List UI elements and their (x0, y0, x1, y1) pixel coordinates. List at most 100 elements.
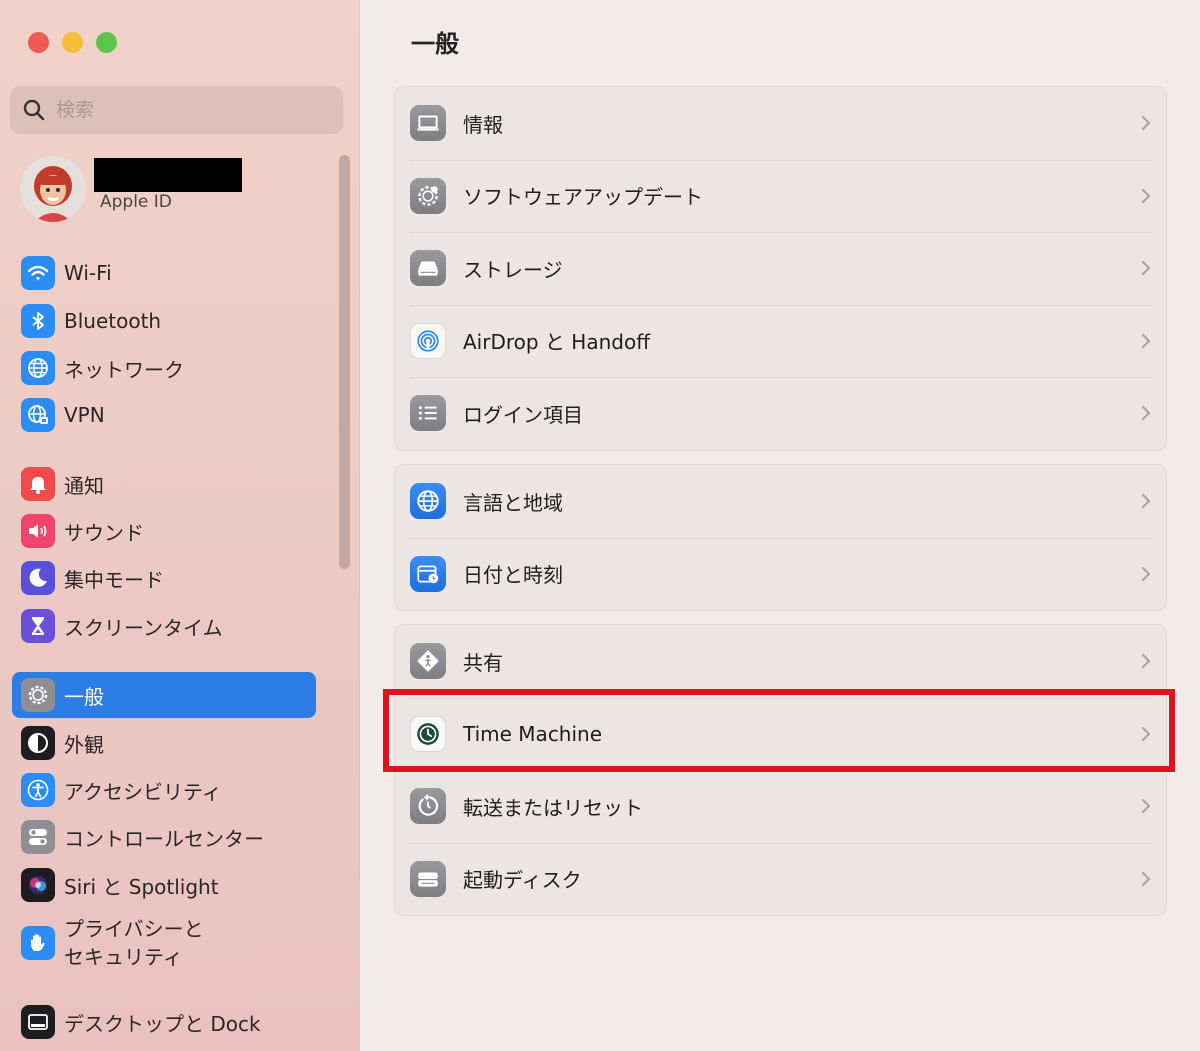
chevron-right-icon (1142, 333, 1151, 348)
sidebar-item-label: 通知 (64, 473, 104, 498)
row-label: 起動ディスク (463, 868, 582, 893)
sidebar-item-label: 集中モード (64, 567, 164, 592)
sidebar-item-screen-time[interactable]: スクリーンタイム (12, 603, 316, 649)
appearance-icon (21, 726, 55, 760)
row-label: 転送またはリセット (463, 795, 643, 820)
sidebar: Apple ID Wi-Fi Bluetooth ネットワーク VPN 通知 (0, 0, 360, 1051)
sidebar-item-label: デスクトップと Dock (64, 1011, 261, 1036)
chevron-right-icon (1142, 188, 1151, 203)
sidebar-item-label: ネットワーク (64, 357, 184, 382)
redacted-name (94, 158, 242, 192)
bell-icon (21, 467, 55, 501)
page-title: 一般 (411, 30, 459, 58)
toggles-icon (21, 820, 55, 854)
list-icon (410, 395, 446, 432)
hourglass-icon (21, 609, 55, 643)
bluetooth-icon (21, 304, 55, 338)
chevron-right-icon (1142, 494, 1151, 509)
row-login-items[interactable]: ログイン項目 (395, 377, 1166, 450)
sidebar-scrollbar[interactable] (339, 155, 350, 569)
avatar (20, 156, 86, 222)
settings-group-locale: 言語と地域 日付と時刻 (394, 464, 1167, 611)
vpn-globe-icon (21, 398, 55, 432)
row-label: 言語と地域 (463, 490, 563, 515)
row-date-time[interactable]: 日付と時刻 (395, 537, 1166, 611)
sidebar-item-label: 一般 (64, 684, 104, 709)
sidebar-item-appearance[interactable]: 外観 (12, 720, 316, 766)
row-software-update[interactable]: ソフトウェアアップデート (395, 159, 1166, 233)
row-airdrop-handoff[interactable]: AirDrop と Handoff (395, 304, 1166, 378)
sidebar-item-bluetooth[interactable]: Bluetooth (12, 298, 316, 344)
sidebar-item-vpn[interactable]: VPN (12, 392, 316, 438)
chevron-right-icon (1142, 566, 1151, 581)
settings-group-system: 共有 Time Machine 転送またはリセット 起動ディスク (394, 624, 1167, 916)
sidebar-item-notifications[interactable]: 通知 (12, 461, 316, 507)
row-sharing[interactable]: 共有 (395, 625, 1166, 698)
hand-icon (21, 926, 55, 960)
sidebar-item-network[interactable]: ネットワーク (12, 345, 316, 391)
chevron-right-icon (1142, 726, 1151, 741)
row-label: 日付と時刻 (463, 563, 563, 588)
sidebar-item-label: 外観 (64, 732, 104, 757)
row-label: ストレージ (463, 257, 563, 282)
sidebar-item-label: スクリーンタイム (64, 615, 223, 640)
row-label: 情報 (463, 112, 503, 137)
window-controls (28, 32, 117, 53)
gear-badge-icon (410, 177, 446, 214)
gear-icon (21, 678, 55, 712)
wifi-icon (21, 256, 55, 290)
sidebar-item-control-center[interactable]: コントロールセンター (12, 814, 316, 860)
airdrop-icon (410, 322, 446, 359)
speaker-icon (21, 514, 55, 548)
siri-icon (21, 868, 55, 902)
globe-icon (410, 483, 446, 520)
apple-id-account[interactable]: Apple ID (20, 156, 340, 226)
main-pane: 一般 情報 ソフトウェアアップデート ストレージ AirDrop と Hando… (361, 0, 1200, 1051)
row-time-machine[interactable]: Time Machine (395, 697, 1166, 771)
row-label: ソフトウェアアップデート (463, 185, 703, 210)
row-storage[interactable]: ストレージ (395, 232, 1166, 305)
laptop-icon (410, 105, 446, 142)
sidebar-item-focus[interactable]: 集中モード (12, 555, 316, 601)
apple-id-label: Apple ID (100, 192, 172, 212)
search-icon (23, 99, 45, 121)
sidebar-item-privacy-security[interactable]: プライバシーと セキュリティ (12, 914, 316, 972)
sidebar-item-label: アクセシビリティ (64, 779, 222, 804)
dock-icon (21, 1005, 55, 1039)
chevron-right-icon (1142, 406, 1151, 421)
sidebar-item-label: サウンド (64, 520, 144, 545)
calendar-clock-icon (410, 555, 446, 592)
sidebar-item-label: Bluetooth (64, 309, 162, 333)
close-window-button[interactable] (28, 32, 49, 53)
chevron-right-icon (1142, 261, 1151, 276)
sidebar-item-desktop-dock[interactable]: デスクトップと Dock (12, 999, 316, 1045)
sidebar-item-wifi[interactable]: Wi-Fi (12, 250, 316, 296)
search-field[interactable] (10, 86, 343, 134)
row-about[interactable]: 情報 (395, 87, 1166, 160)
sidebar-item-general[interactable]: 一般 (12, 672, 316, 718)
chevron-right-icon (1142, 654, 1151, 669)
row-startup-disk[interactable]: 起動ディスク (395, 842, 1166, 916)
sidebar-item-accessibility[interactable]: アクセシビリティ (12, 767, 316, 813)
zoom-window-button[interactable] (96, 32, 117, 53)
row-transfer-reset[interactable]: 転送またはリセット (395, 770, 1166, 843)
row-label: AirDrop と Handoff (463, 330, 650, 355)
row-label: Time Machine (463, 721, 603, 746)
minimize-window-button[interactable] (62, 32, 83, 53)
row-language-region[interactable]: 言語と地域 (395, 465, 1166, 538)
settings-group-about: 情報 ソフトウェアアップデート ストレージ AirDrop と Handoff (394, 86, 1167, 451)
sidebar-item-label: Wi-Fi (64, 261, 112, 285)
sidebar-item-label-line2: セキュリティ (64, 945, 183, 969)
chevron-right-icon (1142, 799, 1151, 814)
sidebar-item-sound[interactable]: サウンド (12, 508, 316, 554)
sidebar-item-label: コントロールセンター (64, 826, 264, 851)
sidebar-item-label: Siri と Spotlight (64, 874, 219, 899)
sidebar-item-label-line1: プライバシーと (64, 917, 204, 941)
sidebar-item-siri-spotlight[interactable]: Siri と Spotlight (12, 862, 316, 908)
sidebar-item-label: プライバシーと セキュリティ (64, 915, 204, 971)
time-machine-icon (410, 715, 446, 752)
sidebar-item-label: VPN (64, 403, 105, 427)
sharing-icon (410, 643, 446, 680)
search-input[interactable] (56, 99, 306, 121)
moon-icon (21, 561, 55, 595)
